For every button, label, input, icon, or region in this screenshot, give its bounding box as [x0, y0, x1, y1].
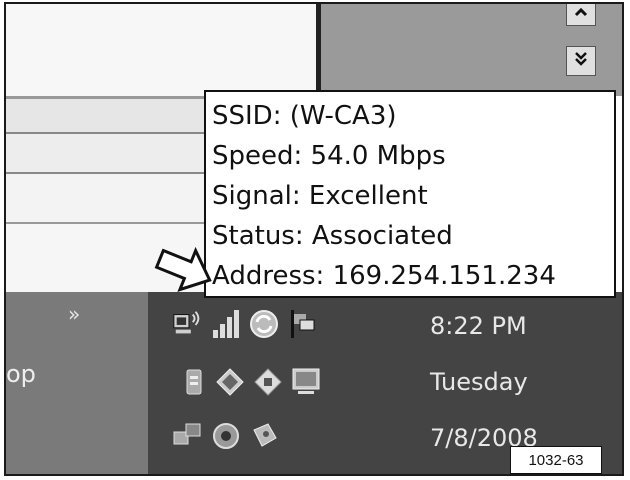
taskbar-button-label[interactable]: op — [6, 360, 36, 388]
show-more-chevron[interactable]: » — [68, 302, 80, 326]
network-computers-icon[interactable] — [172, 420, 204, 452]
chevron-up-icon — [574, 4, 588, 21]
tooltip-address: Address: 169.254.151.234 — [212, 261, 556, 291]
scroll-down-button[interactable] — [566, 46, 596, 76]
wireless-status-tooltip: SSID: (W-CA3) Speed: 54.0 Mbps Signal: E… — [204, 90, 616, 298]
callout-arrow-icon — [154, 244, 216, 296]
screenshot-frame: » op 8:22 PM Tuesday 7/8/2008 SSID: (W-C… — [4, 2, 624, 476]
diamond-icon[interactable] — [252, 366, 284, 398]
speaker-icon[interactable] — [210, 420, 242, 452]
flag-icon[interactable] — [286, 308, 318, 340]
clock-time[interactable]: 8:22 PM — [430, 312, 527, 340]
sync-icon[interactable] — [248, 308, 280, 340]
taskbar: » op — [6, 292, 148, 474]
tooltip-speed: Speed: 54.0 Mbps — [212, 141, 446, 171]
window-content-area — [6, 4, 316, 96]
signal-strength-icon[interactable] — [210, 308, 242, 340]
clock-day[interactable]: Tuesday — [430, 368, 528, 396]
scroll-up-button[interactable] — [566, 4, 596, 26]
display-icon[interactable] — [290, 366, 322, 398]
tooltip-signal: Signal: Excellent — [212, 181, 428, 211]
double-chevron-down-icon — [574, 51, 588, 71]
battery-icon[interactable] — [178, 366, 210, 398]
figure-reference-label: 1032-63 — [510, 446, 602, 474]
tooltip-status: Status: Associated — [212, 221, 453, 251]
wireless-network-icon[interactable] — [172, 308, 204, 340]
security-tag-icon[interactable] — [248, 420, 280, 452]
tooltip-ssid: SSID: (W-CA3) — [212, 101, 397, 131]
shield-icon[interactable] — [214, 366, 246, 398]
